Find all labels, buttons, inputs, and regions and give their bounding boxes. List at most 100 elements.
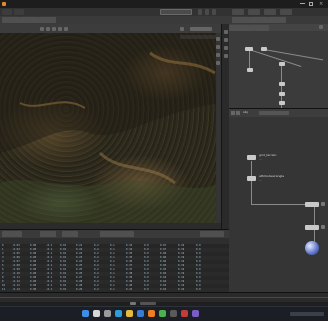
- spreadsheet-tab[interactable]: [2, 231, 22, 237]
- network-node[interactable]: [279, 82, 285, 86]
- table-cell: -0.04: [12, 248, 20, 251]
- spreadsheet-tab[interactable]: [62, 231, 78, 237]
- spreadsheet-tab[interactable]: [40, 231, 56, 237]
- network-node[interactable]: [247, 68, 253, 72]
- preview-sphere-icon[interactable]: [305, 241, 319, 255]
- spreadsheet-tab[interactable]: [100, 231, 134, 237]
- shelf-tab[interactable]: [268, 17, 286, 23]
- houdini-icon[interactable]: [148, 310, 155, 317]
- shelf-tab[interactable]: [20, 17, 38, 23]
- table-cell: -0.09: [12, 268, 20, 271]
- move-tool-icon[interactable]: [46, 27, 50, 31]
- add-tab-icon[interactable]: [319, 25, 323, 29]
- network-node[interactable]: [279, 62, 285, 66]
- search-icon[interactable]: [93, 310, 100, 317]
- table-cell: 0.2: [94, 288, 99, 291]
- table-cell: 0.67: [160, 248, 167, 251]
- snap-icon[interactable]: [224, 38, 228, 42]
- shelf-tab[interactable]: [232, 17, 250, 23]
- display-icon[interactable]: [216, 61, 220, 65]
- network-editor-main[interactable]: grid_terrain ... attributewrangle ...: [229, 117, 328, 297]
- network-node[interactable]: [279, 92, 285, 96]
- task-view-icon[interactable]: [104, 310, 111, 317]
- table-cell: 0.1: [110, 256, 115, 259]
- network-tab[interactable]: [249, 25, 269, 31]
- path-field[interactable]: [259, 111, 289, 115]
- network-path[interactable]: obj: [243, 110, 248, 114]
- toolbar-button[interactable]: [280, 9, 292, 15]
- shelf-tab[interactable]: [250, 17, 268, 23]
- play-icon[interactable]: [130, 302, 136, 305]
- layout-icon[interactable]: [212, 9, 216, 15]
- shelf-tab[interactable]: [38, 17, 56, 23]
- display-icon[interactable]: [216, 37, 220, 41]
- forward-icon[interactable]: [236, 111, 240, 115]
- network-node[interactable]: [245, 47, 253, 51]
- app-icon[interactable]: [181, 310, 188, 317]
- network-editor-top[interactable]: [229, 24, 328, 112]
- app-icon-2[interactable]: [192, 310, 199, 317]
- table-cell: 0.01: [60, 260, 67, 263]
- table-cell: -0.05: [12, 252, 20, 255]
- table-cell: 0.37: [126, 268, 133, 271]
- toolbar-button[interactable]: [248, 9, 260, 15]
- store-icon[interactable]: [137, 310, 144, 317]
- frame-field[interactable]: [140, 302, 156, 305]
- close-button[interactable]: ×: [319, 1, 325, 7]
- table-cell: 0.0: [196, 252, 201, 255]
- display-icon[interactable]: [216, 45, 220, 49]
- toolbar-button[interactable]: [264, 9, 276, 15]
- grid-node[interactable]: [247, 155, 256, 160]
- snap-icon[interactable]: [224, 46, 228, 50]
- table-cell: 0.28: [76, 280, 83, 283]
- tray-area: [290, 312, 324, 316]
- table-cell: 0.01: [60, 272, 67, 275]
- table-cell: 0.2: [94, 244, 99, 247]
- handle-tool-icon[interactable]: [64, 27, 68, 31]
- scale-tool-icon[interactable]: [58, 27, 62, 31]
- table-cell: -0.1: [46, 256, 53, 259]
- minimize-button[interactable]: [300, 3, 305, 4]
- snap-icon[interactable]: [224, 54, 228, 58]
- table-cell: -0.1: [46, 264, 53, 267]
- table-cell: -0.1: [46, 276, 53, 279]
- chrome-icon[interactable]: [159, 310, 166, 317]
- rotate-tool-icon[interactable]: [52, 27, 56, 31]
- network-node[interactable]: [261, 47, 267, 51]
- viewport-camera-label[interactable]: [180, 35, 216, 39]
- desktop-selector[interactable]: [160, 9, 192, 15]
- timeline-track: [0, 297, 328, 298]
- wrangle-node[interactable]: [247, 176, 256, 181]
- snap-icon[interactable]: [224, 30, 228, 34]
- table-cell: 0.0: [196, 248, 201, 251]
- back-icon[interactable]: [231, 111, 235, 115]
- table-cell: 0.01: [60, 252, 67, 255]
- explorer-icon[interactable]: [126, 310, 133, 317]
- select-tool-icon[interactable]: [40, 27, 44, 31]
- network-node[interactable]: [305, 202, 319, 207]
- table-cell: -0.11: [12, 276, 20, 279]
- network-node[interactable]: [305, 225, 319, 230]
- table-cell: 0.0: [196, 264, 201, 267]
- node-flag-icon[interactable]: [321, 225, 325, 229]
- menu-item[interactable]: [2, 9, 12, 15]
- menu-item[interactable]: [14, 9, 24, 15]
- terminal-icon[interactable]: [170, 310, 177, 317]
- network-tab[interactable]: [229, 25, 249, 31]
- node-flag-icon[interactable]: [321, 202, 325, 206]
- spreadsheet-tab[interactable]: [200, 231, 224, 237]
- 3d-viewport[interactable]: [0, 33, 221, 223]
- windows-start-icon[interactable]: [82, 310, 89, 317]
- camera-menu-icon[interactable]: [190, 27, 212, 31]
- toolbar-button[interactable]: [232, 9, 244, 15]
- shelf-tab[interactable]: [2, 17, 20, 23]
- edge-icon[interactable]: [115, 310, 122, 317]
- maximize-button[interactable]: [309, 2, 313, 6]
- geometry-spreadsheet[interactable]: 0 -0.03 0.00 -0.1 0.01 0.21 0.2 0.1 0.33 0.0 0.67 0…: [0, 244, 229, 292]
- display-options-icon[interactable]: [180, 27, 184, 31]
- help-icon[interactable]: [198, 9, 202, 15]
- table-cell: 0.0: [144, 272, 149, 275]
- display-icon[interactable]: [216, 53, 220, 57]
- network-node[interactable]: [279, 101, 285, 105]
- gear-icon[interactable]: [205, 9, 209, 15]
